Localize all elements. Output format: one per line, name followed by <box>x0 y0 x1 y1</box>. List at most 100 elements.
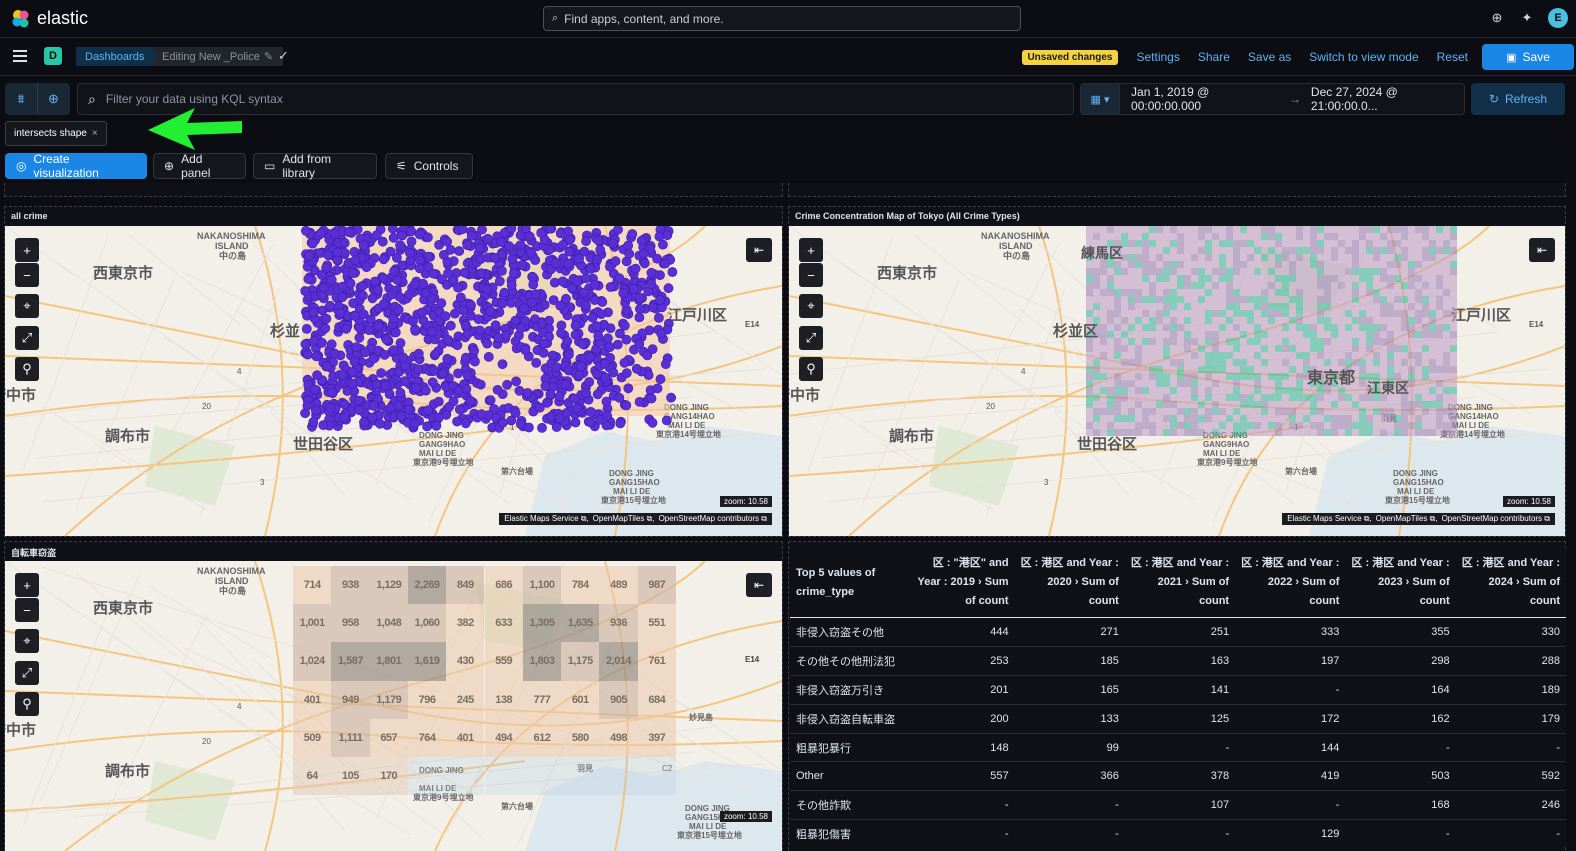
legend-toggle-icon[interactable]: ⇤ <box>746 573 772 597</box>
legend-toggle-icon[interactable]: ⇤ <box>1529 238 1555 262</box>
zoom-out-icon[interactable]: − <box>15 263 39 287</box>
refresh-label: Refresh <box>1505 92 1548 106</box>
grid-cell <box>446 757 485 796</box>
column-header-year[interactable]: 区 : 港区 and Year : 2021 › Sum of count <box>1124 548 1236 618</box>
legend-toggle-icon[interactable]: ⇤ <box>746 238 772 262</box>
column-header-year[interactable]: 区 : 港区 and Year : 2024 › Sum of count <box>1455 548 1566 618</box>
filter-pill[interactable]: intersects shape × <box>5 121 107 146</box>
column-header-year[interactable]: 区 : 港区 and Year : 2022 › Sum of count <box>1235 548 1346 618</box>
plus-icon: ⊕ <box>164 159 175 173</box>
date-picker[interactable]: ▦ ▾ Jan 1, 2019 @ 00:00:00.000 → Dec 27,… <box>1080 83 1465 115</box>
zoom-in-icon[interactable]: + <box>799 238 823 262</box>
panel-title: all crime <box>11 211 48 221</box>
map-crime-concentration[interactable]: NAKANOSHIMAISLAND中の島西東京市調布市府中市E14204江戸川区… <box>789 226 1565 536</box>
grid-cell: 397 <box>637 718 676 757</box>
zoom-level: zoom: 10.58 <box>719 496 772 507</box>
table-cell-value: 333 <box>1235 617 1346 647</box>
attribution-link[interactable]: OpenStreetMap contributors ⧉ <box>659 514 767 524</box>
attribution-link[interactable]: OpenMapTiles ⧉, <box>1376 514 1438 524</box>
attribution-link[interactable]: OpenMapTiles ⧉, <box>593 514 655 524</box>
attribution-link[interactable]: Elastic Maps Service ⧉, <box>504 514 588 524</box>
calendar-icon[interactable]: ▦ ▾ <box>1081 84 1121 114</box>
app-name: elastic <box>37 8 89 28</box>
map-label-nishitokyo: 西東京市 <box>93 600 154 617</box>
switch-view-mode-link[interactable]: Switch to view mode <box>1309 50 1418 64</box>
map-label-daiba: 第六台場 <box>501 802 533 811</box>
grid-cell: 2,269 <box>407 566 447 605</box>
elastic-logo[interactable]: elastic <box>11 8 88 29</box>
map-label-umetate9: 東京港9号埋立地 <box>413 793 474 802</box>
table-cell-crime-type: 粗暴犯傷害 <box>790 819 905 846</box>
table-cell-value: 201 <box>904 675 1015 705</box>
table-cell-value: 148 <box>904 733 1015 763</box>
save-as-link[interactable]: Save as <box>1248 50 1291 64</box>
reset-link[interactable]: Reset <box>1437 50 1468 64</box>
create-visualization-button[interactable]: ◎ Create visualization <box>5 152 147 180</box>
column-header-year[interactable]: 区 : 港区 and Year : 2023 › Sum of count <box>1345 548 1456 618</box>
grid-cell: 401 <box>446 718 485 757</box>
column-header-year[interactable]: 区 : "港区" and Year : 2019 › Sum of count <box>904 548 1015 618</box>
grid-cell: 138 <box>484 680 523 719</box>
attribution-link[interactable]: OpenStreetMap contributors ⧉ <box>1442 514 1550 524</box>
menu-toggle-icon[interactable] <box>13 50 27 62</box>
breadcrumb-dashboards[interactable]: Dashboards <box>76 47 158 66</box>
grid-cell: 958 <box>331 604 370 643</box>
zoom-out-icon[interactable]: − <box>799 263 823 287</box>
map-bicycle-theft[interactable]: NAKANOSHIMAISLAND中の島西東京市調布市府中市E14204DONG… <box>5 561 782 851</box>
crosshair-icon[interactable]: ⌖ <box>15 629 39 653</box>
table-cell-value: 163 <box>1124 646 1236 676</box>
help-icon[interactable]: ⊕ <box>1488 9 1506 27</box>
share-link[interactable]: Share <box>1198 50 1230 64</box>
crosshair-icon[interactable]: ⌖ <box>15 294 39 318</box>
breadcrumb-current[interactable]: Editing New _Police ✎ <box>151 47 284 66</box>
check-icon[interactable]: ✓ <box>278 48 289 64</box>
refresh-button[interactable]: ↻ Refresh <box>1471 83 1565 115</box>
user-avatar[interactable]: E <box>1548 8 1568 28</box>
news-feed-icon[interactable]: ✦ <box>1518 9 1536 27</box>
expand-icon[interactable]: ⤢ <box>799 326 823 350</box>
draw-tools-icon[interactable]: ⚲ <box>15 692 39 716</box>
grid-cell: 494 <box>484 718 523 757</box>
table-cell-value: 162 <box>1345 704 1456 734</box>
grid-cell: 796 <box>407 680 447 719</box>
table-row: 非侵入窃盗自転車盗 200 133 125 172 162 179 <box>790 704 1566 734</box>
search-placeholder: Find apps, content, and more. <box>564 11 724 26</box>
settings-link[interactable]: Settings <box>1137 50 1180 64</box>
add-from-library-button[interactable]: ▭ Add from library <box>253 152 377 180</box>
crosshair-icon[interactable]: ⌖ <box>799 294 823 318</box>
column-header-crime-type[interactable]: Top 5 values of crime_type <box>790 548 905 618</box>
grid-cell: 2,014 <box>599 642 638 681</box>
table-row: 粗暴犯暴行 148 99-144- - <box>790 733 1566 763</box>
save-button[interactable]: ▣ Save <box>1482 44 1574 70</box>
draw-tools-icon[interactable]: ⚲ <box>15 357 39 381</box>
filter-menu-icon[interactable]: ⩩ <box>5 83 37 115</box>
date-end[interactable]: Dec 27, 2024 @ 21:00:00.0... <box>1311 85 1464 113</box>
table-cell-value: 179 <box>1455 704 1566 734</box>
expand-icon[interactable]: ⤢ <box>15 661 39 685</box>
table-cell-value: 246 <box>1455 790 1566 821</box>
attribution-link[interactable]: Elastic Maps Service ⧉, <box>1287 514 1371 524</box>
table-cell-value: - <box>1455 733 1566 763</box>
space-avatar[interactable]: D <box>44 47 62 65</box>
table-cell-value: 378 <box>1124 761 1236 792</box>
zoom-in-icon[interactable]: + <box>15 573 39 597</box>
save-icon: ▣ <box>1506 51 1517 64</box>
expand-icon[interactable]: ⤢ <box>15 326 39 350</box>
zoom-in-icon[interactable]: + <box>15 238 39 262</box>
grid-cell: 509 <box>293 718 332 757</box>
global-search-input[interactable]: ⌕ Find apps, content, and more. <box>543 6 1021 31</box>
map-all-crime[interactable]: NAKANOSHIMAISLAND中の島西東京市調布市府中市E14204江戸川区… <box>5 226 782 536</box>
zoom-value: 10.58 <box>1530 497 1551 506</box>
date-start[interactable]: Jan 1, 2019 @ 00:00:00.000 <box>1131 85 1279 113</box>
close-icon[interactable]: × <box>92 128 98 139</box>
grid-cell: 382 <box>446 604 485 643</box>
table-cell-value: 298 <box>1345 646 1456 676</box>
column-header-year[interactable]: 区 : 港区 and Year : 2020 › Sum of count <box>1014 548 1125 618</box>
add-panel-button[interactable]: ⊕ Add panel <box>153 152 246 180</box>
draw-tools-icon[interactable]: ⚲ <box>799 357 823 381</box>
add-filter-icon[interactable]: ⊕ <box>37 83 69 115</box>
table-cell-value: 165 <box>1014 675 1125 705</box>
zoom-out-icon[interactable]: − <box>15 598 39 622</box>
grid-cell: 1,803 <box>522 642 562 681</box>
controls-button[interactable]: ⚟ Controls <box>385 153 473 179</box>
